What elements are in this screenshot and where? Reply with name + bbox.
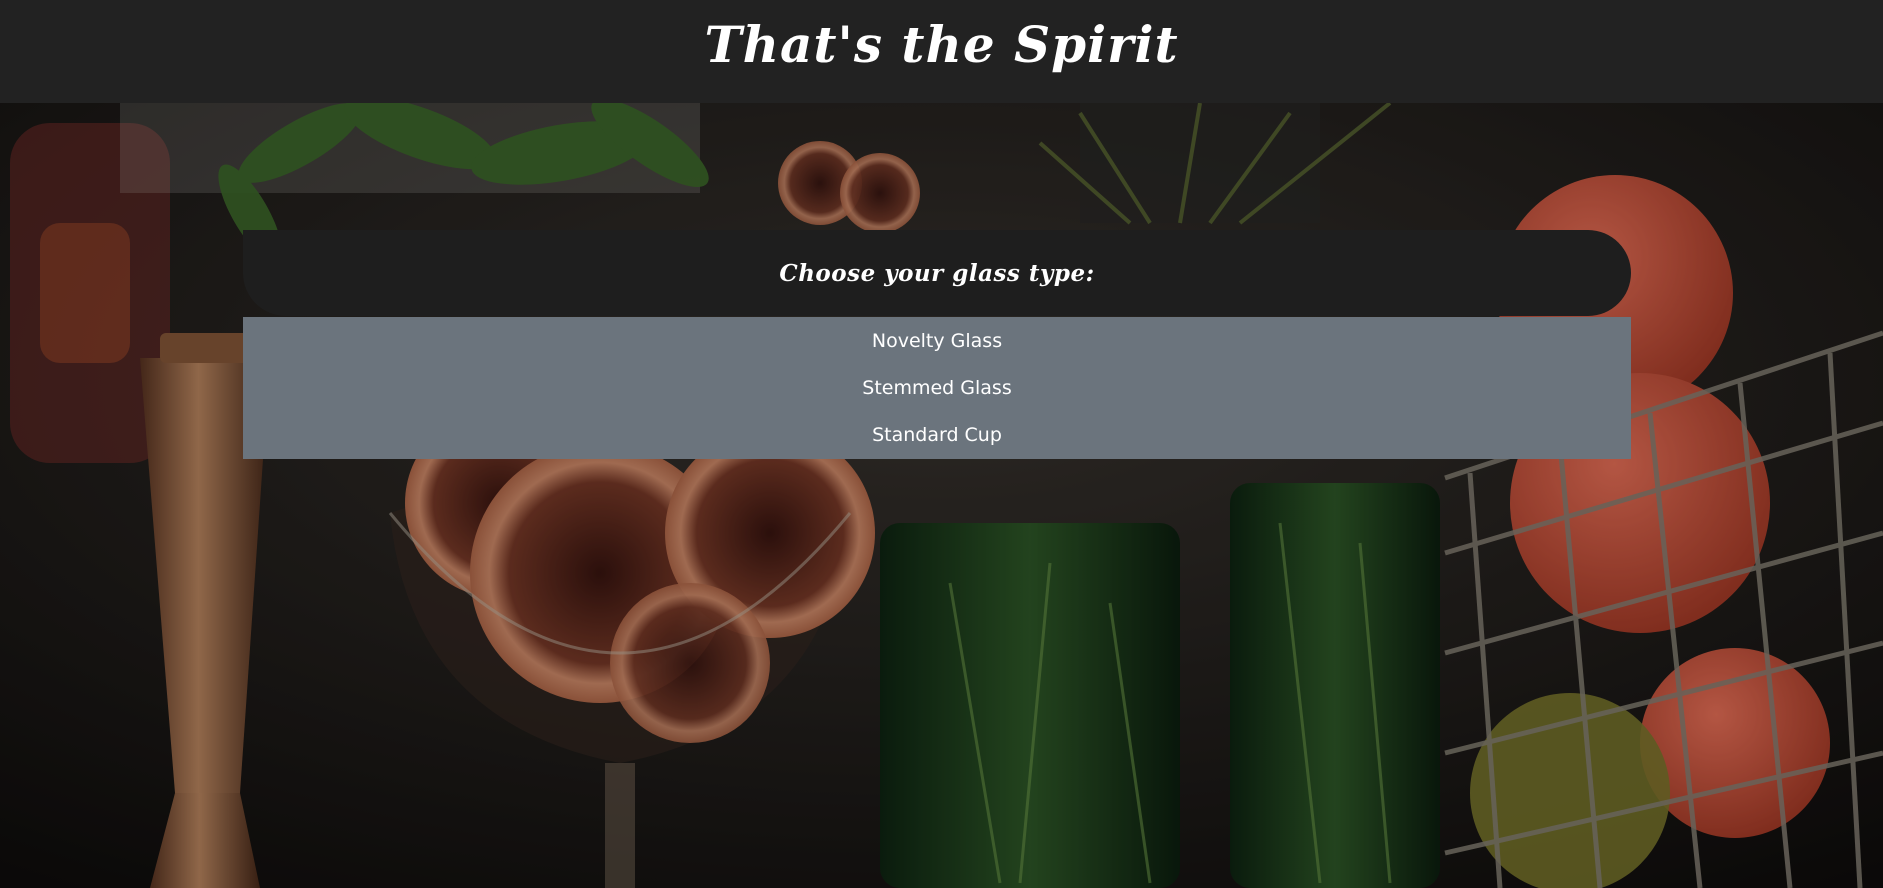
glass-type-prompt: Choose your glass type: (779, 259, 1095, 287)
glass-type-options: Novelty Glass Stemmed Glass Standard Cup (243, 317, 1631, 459)
glass-type-prompt-panel: Choose your glass type: (243, 230, 1631, 316)
option-standard-cup[interactable]: Standard Cup (243, 412, 1631, 459)
page: That's the Spirit Choose your glass type… (0, 0, 1883, 888)
option-novelty-glass[interactable]: Novelty Glass (243, 318, 1631, 365)
bar-still-life-photo (0, 103, 1883, 888)
site-title: That's the Spirit (704, 15, 1179, 74)
site-header: That's the Spirit (0, 0, 1883, 103)
hero-background-image (0, 103, 1883, 888)
option-stemmed-glass[interactable]: Stemmed Glass (243, 365, 1631, 412)
